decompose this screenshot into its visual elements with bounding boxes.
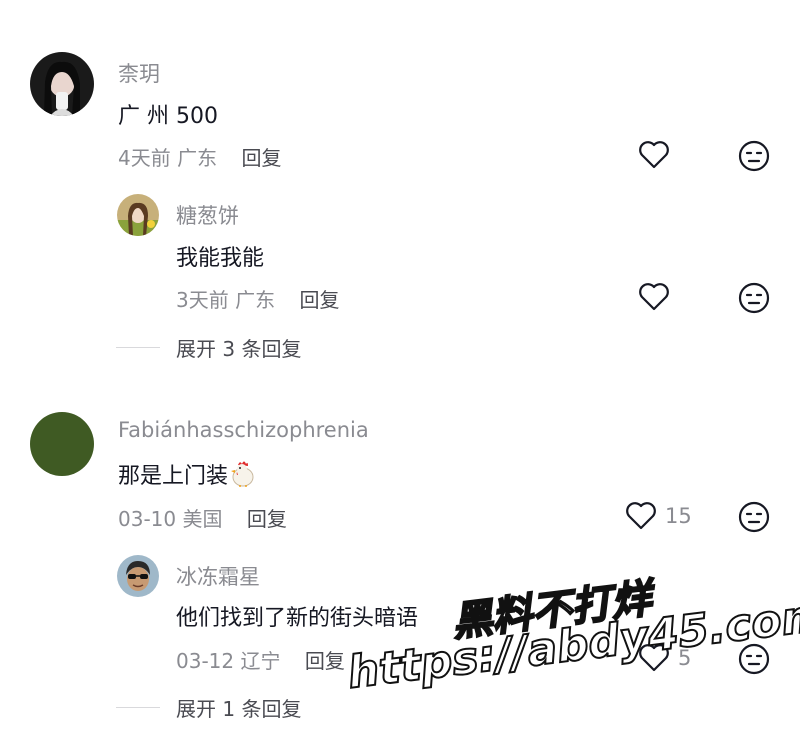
reply-button[interactable]: 回复 <box>305 649 345 673</box>
like-button[interactable] <box>638 140 678 170</box>
like-button[interactable] <box>638 282 678 312</box>
meh-face-icon <box>738 282 770 314</box>
dislike-button[interactable] <box>737 281 771 319</box>
comment-time: 3天前 <box>176 288 229 312</box>
reply-button[interactable]: 回复 <box>247 507 287 531</box>
expand-replies-label: 展开 1 条回复 <box>176 697 302 721</box>
comment-location: 美国 <box>182 507 223 531</box>
meh-face-icon <box>738 501 770 533</box>
comment-text: 他们找到了新的街头暗语 <box>176 606 419 631</box>
like-count: 15 <box>665 504 692 528</box>
comment-location: 广东 <box>235 288 276 312</box>
comment-meta: 4天前 广东 回复 <box>118 142 281 171</box>
heart-icon <box>639 141 669 169</box>
comment-location: 广东 <box>177 146 218 170</box>
avatar[interactable] <box>30 412 94 476</box>
dislike-button[interactable] <box>737 500 771 538</box>
comment-meta: 3天前 广东 回复 <box>176 284 339 313</box>
chicken-emoji-icon <box>230 459 256 493</box>
avatar[interactable] <box>117 194 159 236</box>
divider-line <box>116 707 160 708</box>
username[interactable]: 冰冻霜星 <box>176 561 260 591</box>
like-button[interactable]: 15 <box>625 501 692 531</box>
meh-face-icon <box>738 140 770 172</box>
comment-text-line: 那是上门装 <box>118 458 256 493</box>
comment-time: 03-10 <box>118 507 177 531</box>
username[interactable]: Fabiánhasschizophrenia <box>118 418 369 442</box>
expand-replies-button[interactable]: 展开 1 条回复 <box>116 693 301 722</box>
avatar[interactable] <box>30 52 94 116</box>
comment-time: 4天前 <box>118 146 171 170</box>
comment-text: 那是上门装 <box>118 464 229 489</box>
username[interactable]: 糖葱饼 <box>176 200 239 230</box>
expand-replies-button[interactable]: 展开 3 条回复 <box>116 333 301 362</box>
comment-text: 我能我能 <box>176 246 265 271</box>
comment-time: 03-12 <box>176 649 235 673</box>
comment-location: 辽宁 <box>240 649 281 673</box>
reply-button[interactable]: 回复 <box>241 146 281 170</box>
comment-text: 广 州 500 <box>118 104 218 129</box>
username[interactable]: 柰玥 <box>118 58 160 88</box>
expand-replies-label: 展开 3 条回复 <box>176 337 302 361</box>
avatar[interactable] <box>117 555 159 597</box>
comment-meta: 03-12 辽宁 回复 <box>176 645 345 674</box>
comment-meta: 03-10 美国 回复 <box>118 503 287 532</box>
heart-icon <box>639 283 669 311</box>
divider-line <box>116 347 160 348</box>
heart-icon <box>626 502 656 530</box>
reply-button[interactable]: 回复 <box>299 288 339 312</box>
dislike-button[interactable] <box>737 139 771 177</box>
